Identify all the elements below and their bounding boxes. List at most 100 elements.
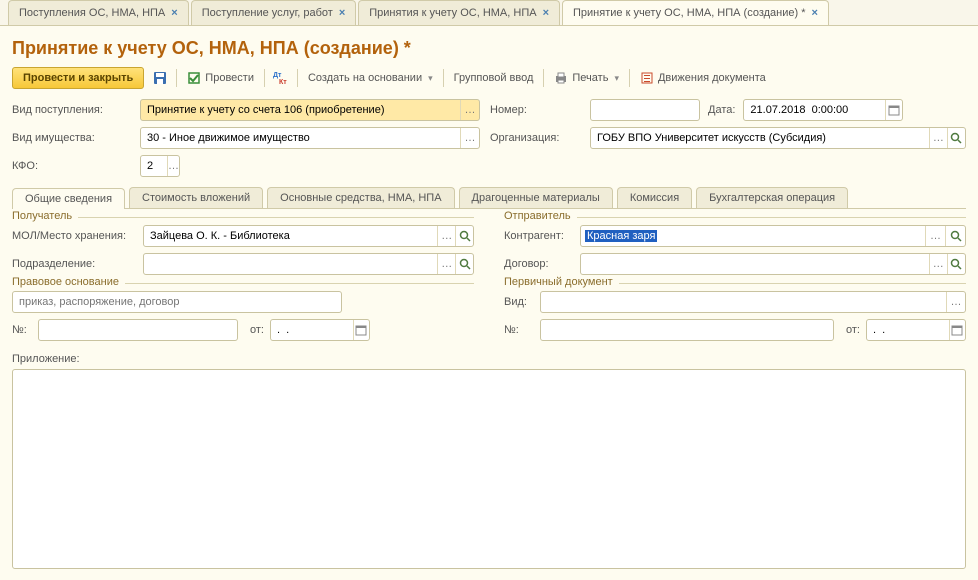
ellipsis-icon[interactable]: … bbox=[929, 128, 947, 148]
sub-tab-cost[interactable]: Стоимость вложений bbox=[129, 187, 263, 208]
lb-num-label: №: bbox=[12, 324, 32, 336]
post-and-close-button[interactable]: Провести и закрыть bbox=[12, 67, 144, 89]
org-label: Организация: bbox=[490, 132, 580, 144]
dt-kt-icon[interactable]: ДтКт bbox=[271, 68, 291, 88]
app-tab-0[interactable]: Поступления ОС, НМА, НПА × bbox=[8, 0, 189, 25]
primary-doc-fieldset: Первичный документ Вид: … №: от: bbox=[504, 283, 966, 341]
sender-fieldset: Отправитель Контрагент: Красная заря … Д… bbox=[504, 217, 966, 275]
pd-vid-field[interactable]: … bbox=[540, 291, 966, 313]
kfo-input[interactable] bbox=[141, 158, 167, 174]
ka-input[interactable] bbox=[657, 228, 925, 244]
search-icon[interactable] bbox=[455, 226, 473, 246]
legal-basis-fieldset: Правовое основание №: от: bbox=[12, 283, 474, 341]
ellipsis-icon[interactable]: … bbox=[460, 100, 479, 120]
app-tabs: Поступления ОС, НМА, НПА × Поступление у… bbox=[0, 0, 978, 26]
calendar-icon[interactable] bbox=[949, 320, 965, 340]
separator bbox=[297, 69, 298, 87]
kfo-field[interactable]: … bbox=[140, 155, 180, 177]
podr-field[interactable]: … bbox=[143, 253, 474, 275]
org-field[interactable]: … bbox=[590, 127, 966, 149]
vid-post-field[interactable]: … bbox=[140, 99, 480, 121]
close-icon[interactable]: × bbox=[171, 7, 177, 19]
print-dropdown[interactable]: Печать bbox=[550, 69, 623, 87]
calendar-icon[interactable] bbox=[885, 100, 903, 120]
search-icon[interactable] bbox=[947, 254, 965, 274]
sub-tab-assets[interactable]: Основные средства, НМА, НПА bbox=[267, 187, 454, 208]
ellipsis-icon[interactable]: … bbox=[946, 292, 965, 312]
pd-num-label: №: bbox=[504, 324, 534, 336]
calendar-icon[interactable] bbox=[353, 320, 369, 340]
vid-imush-label: Вид имущества: bbox=[12, 132, 130, 144]
ka-field[interactable]: Красная заря … bbox=[580, 225, 966, 247]
search-icon[interactable] bbox=[455, 254, 473, 274]
pd-vid-label: Вид: bbox=[504, 296, 534, 308]
sub-tab-precious[interactable]: Драгоценные материалы bbox=[459, 187, 613, 208]
app-tab-1[interactable]: Поступление услуг, работ × bbox=[191, 0, 357, 25]
pd-num-input[interactable] bbox=[541, 322, 833, 338]
lb-num-field[interactable] bbox=[38, 319, 238, 341]
app-tab-label: Поступления ОС, НМА, НПА bbox=[19, 7, 165, 19]
sub-tab-general[interactable]: Общие сведения bbox=[12, 188, 125, 209]
ellipsis-icon[interactable]: … bbox=[929, 254, 947, 274]
movements-button[interactable]: Движения документа bbox=[636, 69, 770, 87]
post-button[interactable]: Провести bbox=[183, 69, 258, 87]
dog-input[interactable] bbox=[581, 256, 929, 272]
org-input[interactable] bbox=[591, 130, 929, 146]
pd-num-field[interactable] bbox=[540, 319, 834, 341]
data-field[interactable] bbox=[743, 99, 903, 121]
app-tab-label: Поступление услуг, работ bbox=[202, 7, 333, 19]
ellipsis-icon[interactable]: … bbox=[437, 226, 455, 246]
legal-basis-field[interactable] bbox=[12, 291, 342, 313]
recipient-legend: Получатель bbox=[12, 210, 78, 222]
podr-input[interactable] bbox=[144, 256, 437, 272]
nomer-field[interactable] bbox=[590, 99, 700, 121]
pd-vid-input[interactable] bbox=[541, 294, 946, 310]
create-based-dropdown[interactable]: Создать на основании bbox=[304, 70, 437, 86]
lb-ot-field[interactable] bbox=[270, 319, 370, 341]
ellipsis-icon[interactable]: … bbox=[925, 226, 945, 246]
movements-label: Движения документа bbox=[658, 72, 766, 84]
ellipsis-icon[interactable]: … bbox=[167, 156, 179, 176]
vid-imush-field[interactable]: … bbox=[140, 127, 480, 149]
close-icon[interactable]: × bbox=[339, 7, 345, 19]
app-tab-2[interactable]: Принятия к учету ОС, НМА, НПА × bbox=[358, 0, 560, 25]
separator bbox=[264, 69, 265, 87]
dog-field[interactable]: … bbox=[580, 253, 966, 275]
nomer-input[interactable] bbox=[591, 102, 699, 118]
separator bbox=[629, 69, 630, 87]
svg-text:Дт: Дт bbox=[273, 72, 282, 79]
sender-legend: Отправитель bbox=[504, 210, 577, 222]
ka-label: Контрагент: bbox=[504, 230, 574, 242]
svg-text:Кт: Кт bbox=[279, 79, 287, 85]
attachment-label: Приложение: bbox=[12, 353, 966, 365]
sub-tab-commission[interactable]: Комиссия bbox=[617, 187, 692, 208]
search-icon[interactable] bbox=[945, 226, 965, 246]
vid-imush-input[interactable] bbox=[141, 130, 460, 146]
vid-post-label: Вид поступления: bbox=[12, 104, 130, 116]
mol-field[interactable]: … bbox=[143, 225, 474, 247]
close-icon[interactable]: × bbox=[812, 7, 818, 19]
pd-ot-field[interactable] bbox=[866, 319, 966, 341]
attachment-textarea[interactable] bbox=[12, 369, 966, 569]
podr-label: Подразделение: bbox=[12, 258, 137, 270]
app-tab-3[interactable]: Принятие к учету ОС, НМА, НПА (создание)… bbox=[562, 0, 829, 25]
ka-value: Красная заря bbox=[585, 230, 657, 242]
lb-ot-label: от: bbox=[244, 324, 264, 336]
ellipsis-icon[interactable]: … bbox=[437, 254, 455, 274]
primary-doc-legend: Первичный документ bbox=[504, 276, 619, 288]
ellipsis-icon[interactable]: … bbox=[460, 128, 479, 148]
data-input[interactable] bbox=[744, 102, 884, 118]
search-icon[interactable] bbox=[947, 128, 965, 148]
lb-ot-input[interactable] bbox=[271, 322, 353, 338]
kfo-label: КФО: bbox=[12, 160, 130, 172]
close-icon[interactable]: × bbox=[543, 7, 549, 19]
save-icon[interactable] bbox=[150, 68, 170, 88]
legal-basis-input[interactable] bbox=[13, 294, 341, 310]
data-label: Дата: bbox=[708, 104, 735, 116]
mol-input[interactable] bbox=[144, 228, 437, 244]
vid-post-input[interactable] bbox=[141, 102, 460, 118]
lb-num-input[interactable] bbox=[39, 322, 237, 338]
pd-ot-input[interactable] bbox=[867, 322, 949, 338]
sub-tab-accounting[interactable]: Бухгалтерская операция bbox=[696, 187, 848, 208]
group-input-button[interactable]: Групповой ввод bbox=[450, 70, 538, 86]
